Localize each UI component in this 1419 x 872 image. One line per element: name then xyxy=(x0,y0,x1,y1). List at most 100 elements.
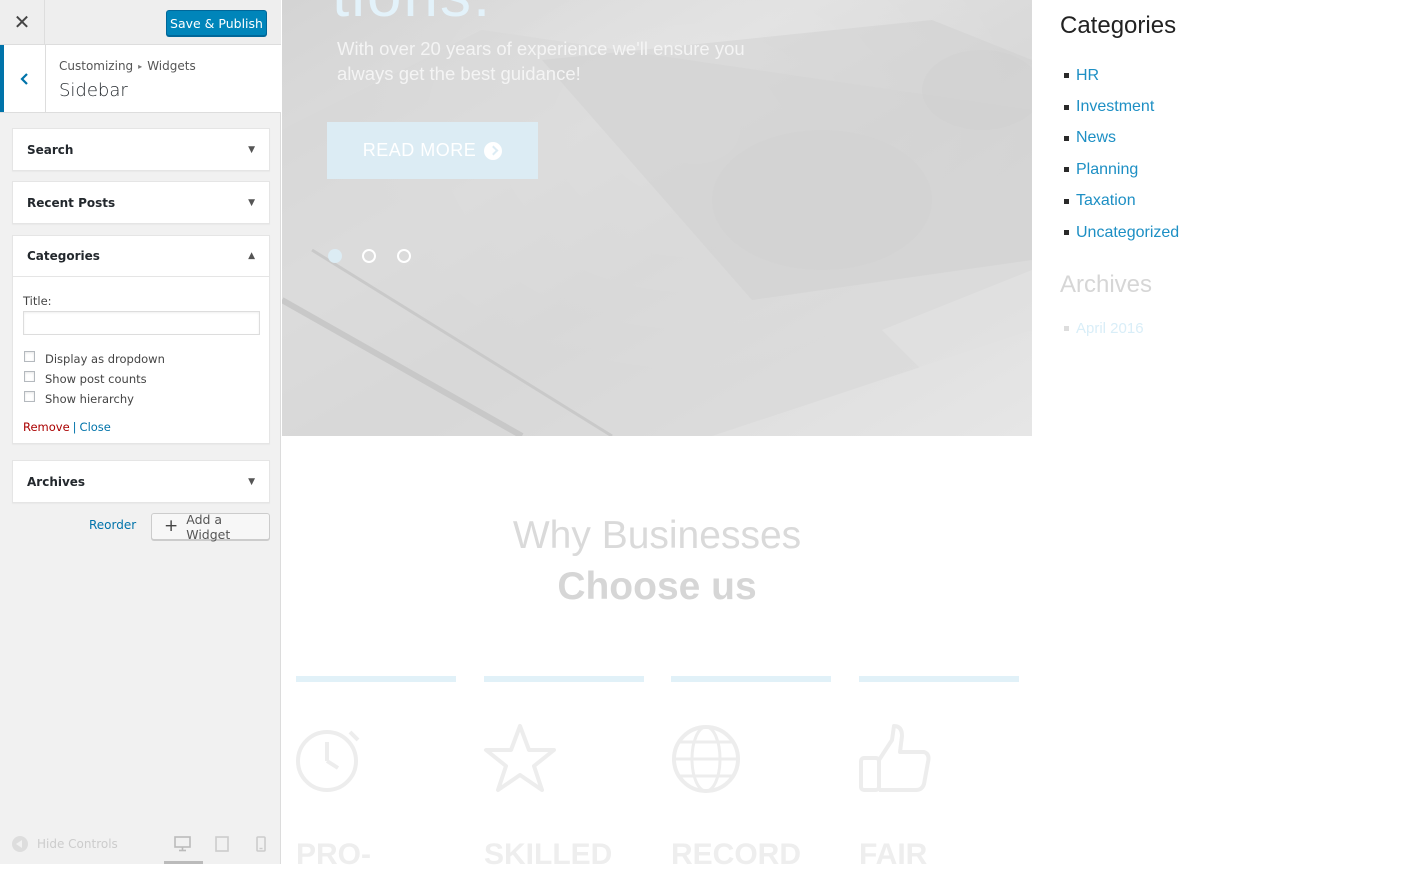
star-icon xyxy=(484,724,556,792)
read-more-label: READ MORE xyxy=(362,140,477,160)
option-post-counts: Show post counts xyxy=(24,370,147,386)
title-input[interactable] xyxy=(23,311,260,335)
desktop-preview-icon[interactable] xyxy=(174,836,191,852)
breadcrumb-item-customizing: Customizing xyxy=(59,59,134,73)
widget-search: Search ▼ xyxy=(12,128,270,171)
widget-categories: Categories ▲ Title: Display as dropdown … xyxy=(12,235,270,444)
expand-arrow-icon[interactable]: ▼ xyxy=(248,145,255,155)
feature-bar xyxy=(484,676,644,682)
widget-archives-header[interactable]: Archives ▼ xyxy=(13,461,269,502)
widget-title: Archives xyxy=(27,474,86,489)
list-item: April 2016 xyxy=(1064,320,1144,337)
list-item: Planning xyxy=(1064,154,1179,185)
widget-actions: Remove | Close xyxy=(23,420,111,434)
add-widget-button[interactable]: + Add a Widget xyxy=(151,512,270,542)
title-label: Title: xyxy=(23,294,52,308)
show-post-counts-checkbox[interactable] xyxy=(24,370,35,382)
slider-dot-3[interactable] xyxy=(397,249,411,263)
category-link-hr[interactable]: HR xyxy=(1076,67,1099,85)
feature-bar xyxy=(296,676,456,682)
collapse-arrow-icon[interactable]: ▲ xyxy=(248,251,255,261)
customizer-header: ✕ Save & Publish xyxy=(0,0,281,45)
widget-categories-header[interactable]: Categories ▲ xyxy=(13,236,269,277)
widget-title: Recent Posts xyxy=(27,195,116,210)
arrow-right-icon xyxy=(484,141,503,160)
bullet-icon xyxy=(1064,135,1069,141)
feature-label: SKILLED xyxy=(484,838,613,871)
read-more-button[interactable]: READ MORE xyxy=(327,122,538,179)
category-link-investment[interactable]: Investment xyxy=(1076,98,1154,116)
bullet-icon xyxy=(1064,73,1069,79)
section-heading-bold: Choose us xyxy=(557,565,757,608)
widget-title: Categories xyxy=(27,249,100,263)
feature-label: RECORD xyxy=(671,838,802,871)
breadcrumb-separator: ▸ xyxy=(138,62,143,71)
hero-text: With over 20 years of experience we'll e… xyxy=(337,38,745,84)
widget-search-header[interactable]: Search ▼ xyxy=(13,129,269,170)
list-item: HR xyxy=(1064,60,1179,91)
feature-bar xyxy=(859,676,1019,682)
customizer-panel: ✕ Save & Publish Customizing ▸ Widgets Sid… xyxy=(0,0,281,864)
bullet-icon xyxy=(1064,198,1069,204)
list-item: Investment xyxy=(1064,91,1179,122)
widget-archives: Archives ▼ xyxy=(12,460,270,503)
list-item: Uncategorized xyxy=(1064,217,1179,248)
list-item: Taxation xyxy=(1064,186,1179,217)
hero-heading: tions. xyxy=(332,0,492,31)
close-customizer-button[interactable]: ✕ xyxy=(0,0,45,44)
sidebar-archives-title: Archives xyxy=(1060,271,1153,298)
section-title: Sidebar xyxy=(59,80,128,101)
feature-label: PRO- xyxy=(296,838,371,871)
section-header: Customizing ▸ Widgets Sidebar xyxy=(0,45,281,113)
hero-slider: tions. With over 20 years of experience … xyxy=(282,0,1032,436)
sidebar-categories-list: HR Investment News Planning Taxation Unc… xyxy=(1064,60,1179,248)
bullet-icon xyxy=(1064,167,1069,173)
category-link-planning[interactable]: Planning xyxy=(1076,161,1138,179)
hide-controls-button[interactable]: Hide Controls xyxy=(12,836,118,852)
thumbs-up-icon xyxy=(859,724,931,792)
category-link-taxation[interactable]: Taxation xyxy=(1076,192,1136,210)
widget-recent-posts: Recent Posts ▼ xyxy=(12,181,270,224)
save-publish-button[interactable]: Save & Publish xyxy=(166,10,267,36)
option-label: Show hierarchy xyxy=(45,392,134,406)
widget-categories-form: Title: Display as dropdown Show post cou… xyxy=(13,277,269,443)
remove-widget-link[interactable]: Remove xyxy=(23,420,70,434)
back-button[interactable] xyxy=(0,45,46,112)
option-hierarchy: Show hierarchy xyxy=(24,390,134,406)
plus-icon: + xyxy=(164,516,179,536)
bullet-icon xyxy=(1064,326,1069,331)
feature-bar xyxy=(671,676,831,682)
category-link-news[interactable]: News xyxy=(1076,129,1116,147)
collapse-icon xyxy=(12,836,28,852)
globe-icon xyxy=(672,725,740,793)
hide-controls-label: Hide Controls xyxy=(37,837,118,851)
feature-label: FAIR xyxy=(859,838,928,871)
close-widget-link[interactable]: Close xyxy=(80,420,111,434)
option-label: Display as dropdown xyxy=(45,352,165,366)
list-item: News xyxy=(1064,123,1179,154)
widget-recent-posts-header[interactable]: Recent Posts ▼ xyxy=(13,182,269,223)
customizer-footer: Hide Controls xyxy=(0,826,281,864)
slider-dot-1[interactable] xyxy=(328,249,342,263)
category-link-uncategorized[interactable]: Uncategorized xyxy=(1076,224,1179,242)
slider-dot-2[interactable] xyxy=(362,249,376,263)
bullet-icon xyxy=(1064,230,1069,236)
expand-arrow-icon[interactable]: ▼ xyxy=(248,198,255,208)
expand-arrow-icon[interactable]: ▼ xyxy=(248,477,255,487)
option-dropdown: Display as dropdown xyxy=(24,350,165,366)
option-label: Show post counts xyxy=(45,372,147,386)
tablet-preview-icon[interactable] xyxy=(215,836,229,852)
archive-link-april-2016[interactable]: April 2016 xyxy=(1076,320,1144,337)
action-separator: | xyxy=(72,420,77,434)
breadcrumb-item-widgets: Widgets xyxy=(147,59,196,73)
breadcrumb: Customizing ▸ Widgets xyxy=(59,59,196,73)
stopwatch-icon xyxy=(296,730,360,792)
sidebar-categories-title: Categories xyxy=(1060,12,1177,39)
chevron-left-icon xyxy=(19,72,28,85)
show-hierarchy-checkbox[interactable] xyxy=(24,390,35,402)
display-dropdown-checkbox[interactable] xyxy=(24,350,35,362)
mobile-preview-icon[interactable] xyxy=(256,836,266,852)
section-heading: Why Businesses xyxy=(512,514,802,557)
bullet-icon xyxy=(1064,104,1069,110)
reorder-link[interactable]: Reorder xyxy=(89,518,136,532)
